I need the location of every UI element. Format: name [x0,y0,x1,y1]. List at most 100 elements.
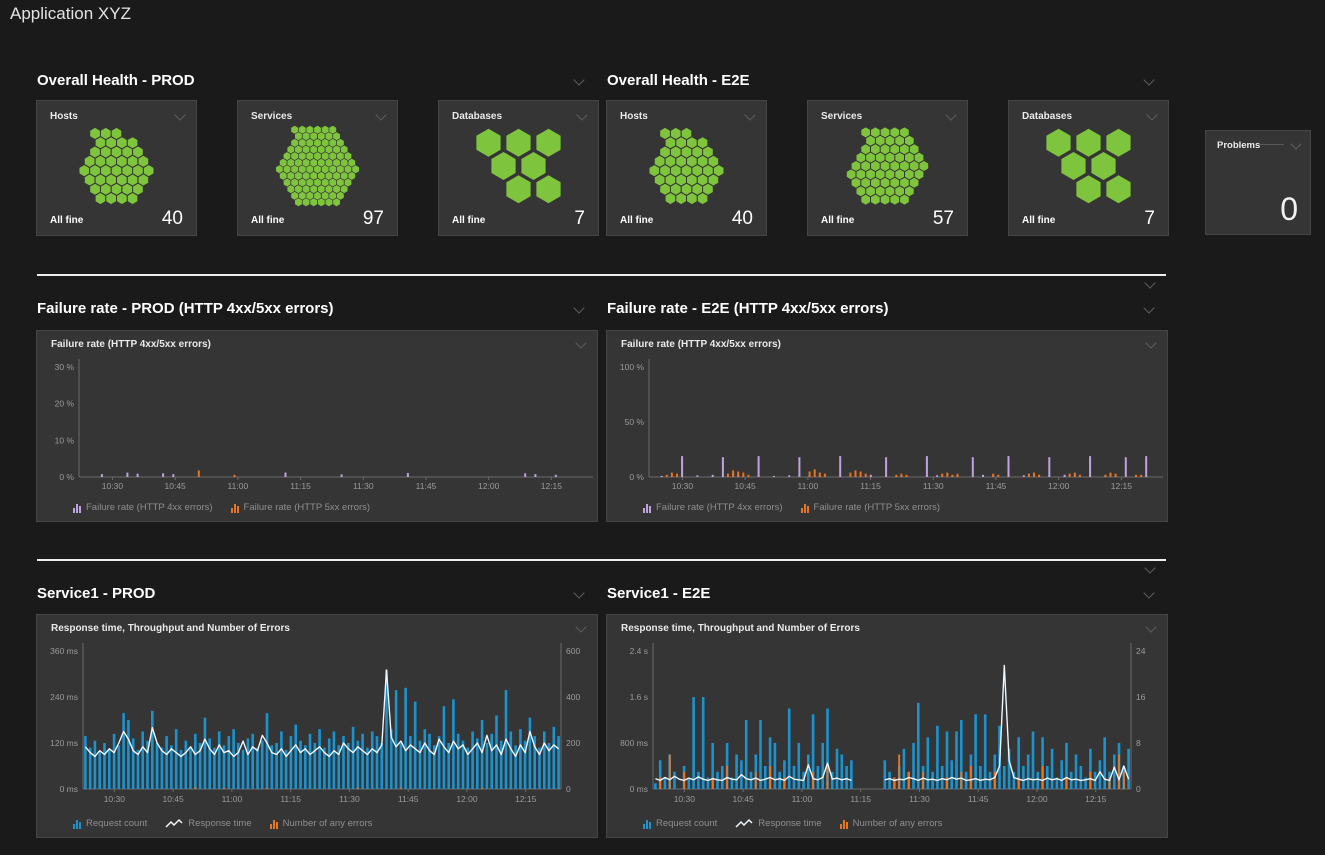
health-tile-databases-prod[interactable]: Databases All fine7 [438,100,599,236]
hexagon[interactable] [85,156,95,167]
hexagon[interactable] [655,156,665,167]
hexagon[interactable] [133,147,143,158]
hexagon[interactable] [90,184,100,195]
hexagon[interactable] [1106,175,1130,203]
hexagon[interactable] [322,179,329,187]
hexagon[interactable] [861,178,870,188]
hexagon[interactable] [895,153,904,163]
hexagon[interactable] [322,152,329,160]
hexagon[interactable] [291,126,298,134]
hexagon[interactable] [303,185,310,193]
hexagon[interactable] [122,165,132,176]
hexagon[interactable] [96,174,106,185]
hexagon[interactable] [299,179,306,187]
hexagon[interactable] [895,136,904,146]
hexagon[interactable] [671,184,681,195]
hexagon[interactable] [101,184,111,195]
hexagon[interactable] [333,172,340,180]
hexagon[interactable] [280,172,287,180]
hexagon[interactable] [322,139,329,147]
hexagon[interactable] [337,192,344,200]
hexagon[interactable] [881,144,890,154]
legend-item[interactable]: Failure rate (HTTP 4xx errors) [643,502,783,513]
hexagon[interactable] [1076,129,1100,157]
hexagon[interactable] [329,179,336,187]
chevron-down-icon[interactable] [573,74,584,85]
hexagon[interactable] [295,198,302,206]
hexagon[interactable] [666,156,676,167]
hexagon[interactable] [666,137,676,148]
chevron-down-icon[interactable] [375,109,386,120]
hexagon[interactable] [85,174,95,185]
hexagon[interactable] [303,198,310,206]
hexagon[interactable] [895,169,904,179]
hexagon[interactable] [692,184,702,195]
legend-item[interactable]: Request count [73,818,147,829]
chevron-down-icon[interactable] [1290,138,1301,149]
hexagon[interactable] [299,152,306,160]
hexagon[interactable] [915,169,924,179]
hexagon[interactable] [866,169,875,179]
hexagon[interactable] [337,165,344,173]
hexagon[interactable] [886,186,895,196]
hexagon[interactable] [299,139,306,147]
hexagon[interactable] [866,136,875,146]
hexagon[interactable] [352,165,359,173]
hexagon[interactable] [861,144,870,154]
hexagon[interactable] [660,184,670,195]
hexagon[interactable] [117,156,127,167]
hexagon[interactable] [671,147,681,158]
service1-prod-chart-tile[interactable]: Response time, Throughput and Number of … [36,614,598,838]
hexagon[interactable] [910,178,919,188]
chevron-down-icon[interactable] [1144,277,1155,288]
service1-e2e-chart-tile[interactable]: Response time, Throughput and Number of … [606,614,1168,838]
hexagon[interactable] [96,137,106,148]
hexagon[interactable] [112,128,122,139]
hexagon[interactable] [326,132,333,140]
hexagon[interactable] [295,172,302,180]
hexagon[interactable] [318,159,325,167]
hexagon[interactable] [306,179,313,187]
hexagon[interactable] [310,132,317,140]
hexagon[interactable] [333,198,340,206]
hexagon[interactable] [287,172,294,180]
hexagon[interactable] [905,186,914,196]
hexagon[interactable] [348,172,355,180]
honeycomb-chart[interactable] [238,123,397,209]
chevron-down-icon[interactable] [1146,109,1157,120]
hexagon[interactable] [682,147,692,158]
legend-item[interactable]: Number of any errors [840,818,943,829]
hexagon[interactable] [128,193,138,204]
failure-rate-chart[interactable]: 0 %50 %100 %10:3010:4511:0011:1511:3011:… [607,331,1169,523]
chevron-down-icon[interactable] [1143,74,1154,85]
hexagon[interactable] [857,153,866,163]
hexagon[interactable] [709,174,719,185]
hexagon[interactable] [101,147,111,158]
hexagon[interactable] [345,152,352,160]
chevron-down-icon[interactable] [1143,302,1154,313]
hexagon[interactable] [881,195,890,205]
hexagon[interactable] [871,178,880,188]
hexagon[interactable] [329,165,336,173]
hexagon[interactable] [117,174,127,185]
hexagon[interactable] [314,126,321,134]
hexagon[interactable] [900,161,909,171]
hexagon[interactable] [900,144,909,154]
hexagon[interactable] [900,178,909,188]
hexagon[interactable] [341,172,348,180]
hexagon[interactable] [852,178,861,188]
hexagon[interactable] [96,193,106,204]
hexagon[interactable] [910,144,919,154]
hexagon[interactable] [318,132,325,140]
hexagon[interactable] [910,161,919,171]
hexagon[interactable] [291,179,298,187]
hexagon[interactable] [660,128,670,139]
hexagon[interactable] [682,184,692,195]
hexagon[interactable] [326,172,333,180]
hexagon[interactable] [306,139,313,147]
hexagon[interactable] [314,139,321,147]
hexagon[interactable] [310,146,317,154]
hexagon[interactable] [284,165,291,173]
hexagon[interactable] [687,193,697,204]
hexagon[interactable] [318,198,325,206]
